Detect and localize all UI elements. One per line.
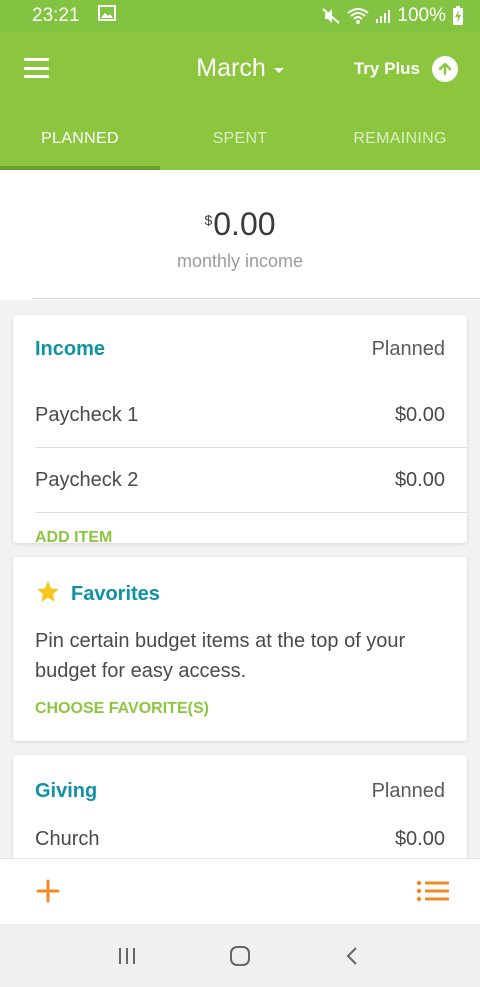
favorites-title: Favorites xyxy=(71,583,160,605)
list-icon[interactable] xyxy=(416,879,450,903)
divider xyxy=(35,512,467,513)
giving-title[interactable]: Giving xyxy=(35,780,97,803)
app-bar: March Try Plus xyxy=(0,32,480,107)
amount-value: 0.00 xyxy=(213,206,276,242)
back-icon[interactable] xyxy=(338,941,368,971)
status-bar: 23:21 100% xyxy=(0,0,480,32)
mute-icon xyxy=(321,7,341,25)
recent-apps-icon[interactable] xyxy=(112,941,142,971)
status-time: 23:21 xyxy=(32,5,80,26)
divider xyxy=(32,298,480,299)
tab-spent[interactable]: SPENT xyxy=(160,107,320,170)
item-amount: $0.00 xyxy=(394,468,445,491)
item-amount: $0.00 xyxy=(394,827,445,850)
income-column-label: Planned xyxy=(371,337,445,360)
try-plus-button[interactable]: Try Plus xyxy=(354,56,458,82)
month-label: March xyxy=(196,54,266,82)
item-amount: $0.00 xyxy=(394,403,445,426)
bottom-toolbar xyxy=(0,858,480,924)
star-icon xyxy=(35,579,61,610)
tab-remaining[interactable]: REMAINING xyxy=(320,107,480,170)
signal-icon xyxy=(375,8,391,24)
summary-label: monthly income xyxy=(176,251,304,271)
currency-symbol: $ xyxy=(204,212,213,228)
budget-item-row[interactable]: Paycheck 2 $0.00 xyxy=(13,448,467,512)
try-plus-label: Try Plus xyxy=(353,59,420,78)
summary-amount: $ 0.00 xyxy=(0,206,480,243)
item-name: Paycheck 2 xyxy=(35,468,139,491)
battery-charging-icon xyxy=(452,6,464,26)
item-name: Paycheck 1 xyxy=(35,403,139,426)
giving-column-label: Planned xyxy=(371,779,445,802)
income-summary: $ 0.00 monthly income xyxy=(0,170,480,300)
caret-down-icon xyxy=(273,68,284,73)
home-icon[interactable] xyxy=(225,941,255,971)
budget-item-row[interactable]: Church $0.00 xyxy=(13,827,467,851)
choose-favorites-button[interactable]: CHOOSE FAVORITE(S) xyxy=(13,700,467,718)
favorites-description: Pin certain budget items at the top of y… xyxy=(35,630,406,682)
system-nav-bar xyxy=(0,924,480,987)
tab-bar: PLANNED SPENT REMAINING xyxy=(0,107,480,170)
favorites-card: Favorites Pin certain budget items at th… xyxy=(13,557,467,741)
battery-percent: 100% xyxy=(397,5,446,26)
wifi-icon xyxy=(347,7,370,25)
budget-item-row[interactable]: Paycheck 1 $0.00 xyxy=(13,383,467,447)
plus-icon[interactable] xyxy=(36,879,60,903)
tab-planned[interactable]: PLANNED xyxy=(0,107,160,170)
item-name: Church xyxy=(35,827,100,850)
arrow-up-circle-icon xyxy=(432,56,458,82)
gallery-notification-icon xyxy=(97,5,116,27)
add-item-button[interactable]: ADD ITEM xyxy=(13,529,467,547)
income-card: Income Planned Paycheck 1 $0.00 Paycheck… xyxy=(13,315,467,546)
income-title[interactable]: Income xyxy=(35,338,105,361)
